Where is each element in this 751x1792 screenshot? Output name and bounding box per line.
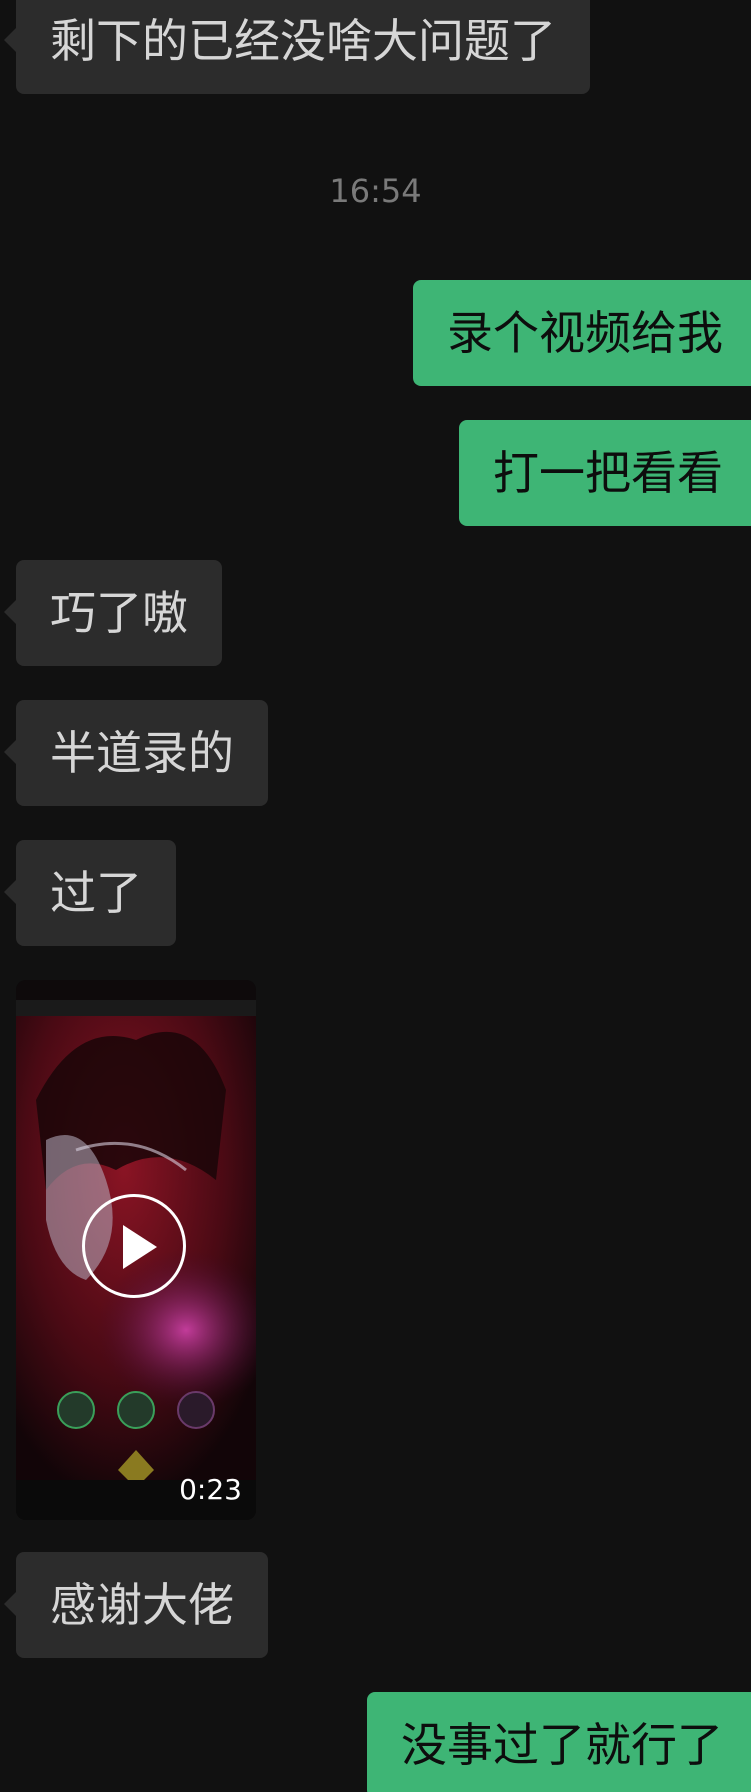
message-bubble-incoming[interactable]: 感谢大佬 [4,1552,268,1658]
message-bubble-incoming[interactable]: 半道录的 [4,700,268,806]
message-bubble-incoming[interactable]: 剩下的已经没啥大问题了 [4,0,590,94]
message-bubble-outgoing[interactable]: 打一把看看 [459,420,751,526]
chat-message-list[interactable]: 剩下的已经没啥大问题了 16:54 录个视频给我 打一把看看 巧了嗷 半道录的 … [0,0,751,1792]
video-message-thumbnail[interactable]: 0:23 [16,980,256,1520]
video-duration: 0:23 [179,1473,242,1506]
message-bubble-outgoing[interactable]: 录个视频给我 [413,280,751,386]
message-bubble-incoming[interactable]: 巧了嗷 [4,560,222,666]
message-bubble-outgoing[interactable]: 没事过了就行了 [367,1692,751,1792]
message-timestamp: 16:54 [329,172,422,210]
play-icon[interactable] [82,1194,186,1298]
message-bubble-incoming[interactable]: 过了 [4,840,176,946]
